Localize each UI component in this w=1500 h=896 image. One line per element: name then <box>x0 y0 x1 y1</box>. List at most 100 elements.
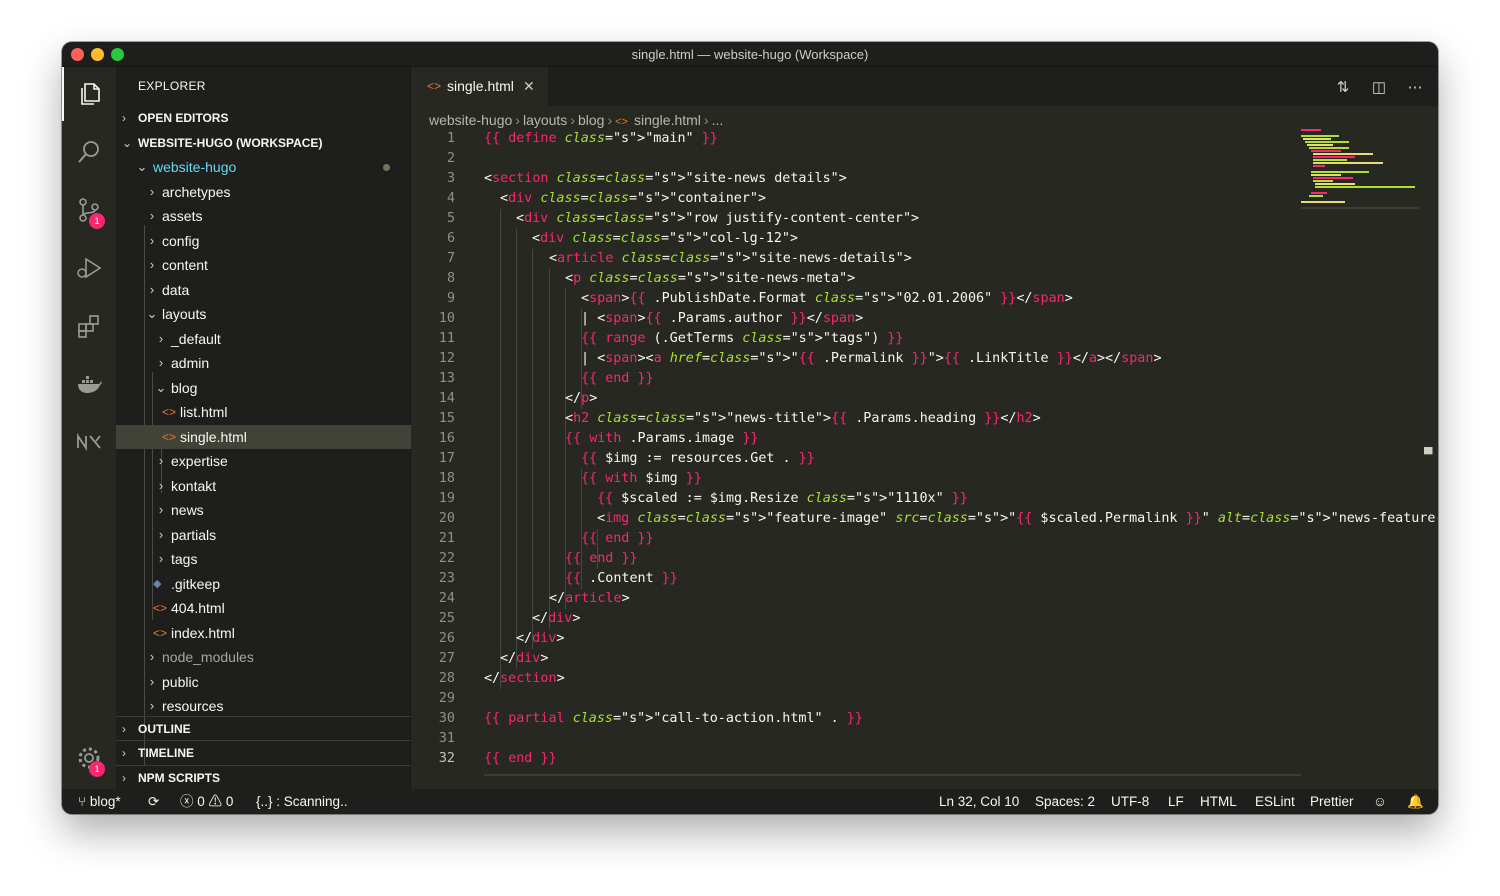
chevron-down-icon: ⌄ <box>146 306 158 321</box>
outline-section[interactable]: › OUTLINE <box>116 716 411 740</box>
tree-folder-expertise[interactable]: › expertise <box>116 449 411 473</box>
eslint-status[interactable]: ESLint <box>1255 789 1295 814</box>
scanning-status[interactable]: {..} : Scanning.. <box>256 789 348 814</box>
run-debug-activity[interactable] <box>62 241 116 295</box>
tree-file-index-html[interactable]: <> index.html <box>116 621 411 645</box>
chevron-right-icon: › <box>703 112 709 128</box>
close-icon[interactable]: ✕ <box>523 67 535 106</box>
modified-dot <box>383 164 390 171</box>
manage-activity[interactable]: 1 <box>62 731 116 785</box>
more-actions-icon[interactable]: ⋯ <box>1406 78 1424 96</box>
tree-folder-content[interactable]: › content <box>116 253 411 277</box>
tree-folder-layouts[interactable]: ⌄ layouts <box>116 302 411 326</box>
editor-actions: ⇅ ◫ ⋯ <box>1334 77 1424 97</box>
code-line: 8 <p class=class="s">"site-news-meta"> <box>446 271 856 286</box>
tab-single-html[interactable]: <> single.html ✕ <box>411 67 548 106</box>
search-icon <box>78 141 99 163</box>
code-line: 12 | <span><a href=class="s">"{{ .Permali… <box>438 351 1162 366</box>
tree-file-gitkeep[interactable]: ◆ .gitkeep <box>116 572 411 596</box>
code-line: 16{{ with .Params.image }} <box>438 431 759 446</box>
chevron-down-icon: ⌄ <box>136 159 148 174</box>
error-icon: ⓧ <box>180 794 194 809</box>
breadcrumb-symbol[interactable]: ... <box>712 112 724 128</box>
code-line: 6 <div class=class="s">"col-lg-12"> <box>446 231 799 246</box>
tree-folder-data[interactable]: › data <box>116 278 411 302</box>
chevron-right-icon: › <box>158 502 164 517</box>
chevron-right-icon: › <box>149 649 155 664</box>
chevron-right-icon: › <box>149 233 155 248</box>
tree-file-list-html[interactable]: <> list.html <box>116 400 411 424</box>
branch-indicator[interactable]: ⑂ blog* <box>78 789 121 814</box>
docker-activity[interactable] <box>62 357 116 411</box>
tree-folder-blog[interactable]: ⌄ blog <box>116 376 411 400</box>
code-line: 19{{ $scaled := $img.Resize class="s">"1… <box>438 491 968 506</box>
tree-folder-partials[interactable]: › partials <box>116 523 411 547</box>
open-editors-section[interactable]: › OPEN EDITORS <box>116 106 411 130</box>
tree-folder-website-hugo[interactable]: ⌄ website-hugo <box>116 155 411 179</box>
bell-icon[interactable]: 🔔 <box>1407 789 1424 814</box>
code-line: 21{{ end }} <box>438 531 654 546</box>
chevron-down-icon: ⌄ <box>155 380 167 395</box>
line-ending[interactable]: LF <box>1168 789 1184 814</box>
scrollbar-marker[interactable]: ▀ <box>1424 448 1436 460</box>
tree-folder-tags[interactable]: › tags <box>116 547 411 571</box>
npm-scripts-section[interactable]: › NPM SCRIPTS <box>116 765 411 789</box>
feedback-icon[interactable]: ☺ <box>1373 789 1387 814</box>
prettier-status[interactable]: Prettier <box>1310 789 1354 814</box>
explorer-activity[interactable] <box>62 67 116 121</box>
tree-folder-config[interactable]: › config <box>116 229 411 253</box>
code-line: 31 <box>438 731 455 746</box>
chevron-right-icon: › <box>122 722 126 736</box>
code-line: 25 </div> <box>438 611 581 626</box>
chevron-right-icon: › <box>570 112 575 128</box>
tree-folder-kontakt[interactable]: › kontakt <box>116 474 411 498</box>
html-file-icon: <> <box>615 116 628 128</box>
breadcrumb-layouts[interactable]: layouts <box>523 112 567 128</box>
code-line: 14 </p> <box>438 391 598 406</box>
breadcrumb-website-hugo[interactable]: website-hugo <box>429 112 512 128</box>
source-control-activity[interactable]: 1 <box>62 183 116 237</box>
sync-icon[interactable]: ⟳ <box>148 789 159 814</box>
chevron-down-icon: ⌄ <box>122 136 133 150</box>
tree-folder-node-modules[interactable]: › node_modules <box>116 645 411 669</box>
tree-folder-news[interactable]: › news <box>116 498 411 522</box>
nx-icon <box>77 433 101 451</box>
minimap[interactable] <box>1301 129 1421 209</box>
indentation[interactable]: Spaces: 2 <box>1035 789 1095 814</box>
chevron-right-icon: › <box>149 282 155 297</box>
tree-folder-assets[interactable]: › assets <box>116 204 411 228</box>
code-line: 27 </div> <box>438 651 549 666</box>
code-line: 9 <span>{{ .PublishDate.Format class="s">… <box>446 291 1073 306</box>
timeline-section[interactable]: › TIMELINE <box>116 740 411 764</box>
compare-changes-icon[interactable]: ⇅ <box>1334 78 1352 96</box>
workspace-section[interactable]: ⌄ WEBSITE-HUGO (WORKSPACE) <box>116 131 411 155</box>
tree-folder-public[interactable]: › public <box>116 670 411 694</box>
problems-indicator[interactable]: ⓧ 0 ⚠ 0 <box>180 789 233 814</box>
tree-folder-default[interactable]: › _default <box>116 327 411 351</box>
tree-file-404-html[interactable]: <> 404.html <box>116 596 411 620</box>
breadcrumb-blog[interactable]: blog <box>578 112 604 128</box>
chevron-right-icon: › <box>607 112 613 128</box>
search-activity[interactable] <box>62 125 116 179</box>
nx-activity[interactable] <box>62 415 116 469</box>
language-mode[interactable]: HTML <box>1200 789 1237 814</box>
tree-file-single-html[interactable]: <> single.html <box>116 425 411 449</box>
git-branch-icon: ⑂ <box>78 794 87 809</box>
split-editor-icon[interactable]: ◫ <box>1370 78 1388 96</box>
extensions-activity[interactable] <box>62 299 116 353</box>
breadcrumb-single-html[interactable]: single.html <box>634 112 701 128</box>
tree-folder-resources[interactable]: › resources <box>116 694 411 718</box>
cursor-position[interactable]: Ln 32, Col 10 <box>939 789 1019 814</box>
warning-icon: ⚠ <box>208 794 223 809</box>
files-icon <box>81 83 100 105</box>
tree-folder-archetypes[interactable]: › archetypes <box>116 180 411 204</box>
code-line: 20 <img class=class="s">"feature-image" s… <box>438 511 1438 526</box>
code-line: 28 </section> <box>438 671 565 686</box>
tree-folder-admin[interactable]: › admin <box>116 351 411 375</box>
chevron-right-icon: › <box>515 112 520 128</box>
run-debug-icon <box>77 257 102 279</box>
chevron-right-icon: › <box>149 698 155 713</box>
code-line: 26 </div> <box>438 631 565 646</box>
encoding[interactable]: UTF-8 <box>1111 789 1149 814</box>
code-line-current: 32{{ end }} <box>438 751 557 766</box>
